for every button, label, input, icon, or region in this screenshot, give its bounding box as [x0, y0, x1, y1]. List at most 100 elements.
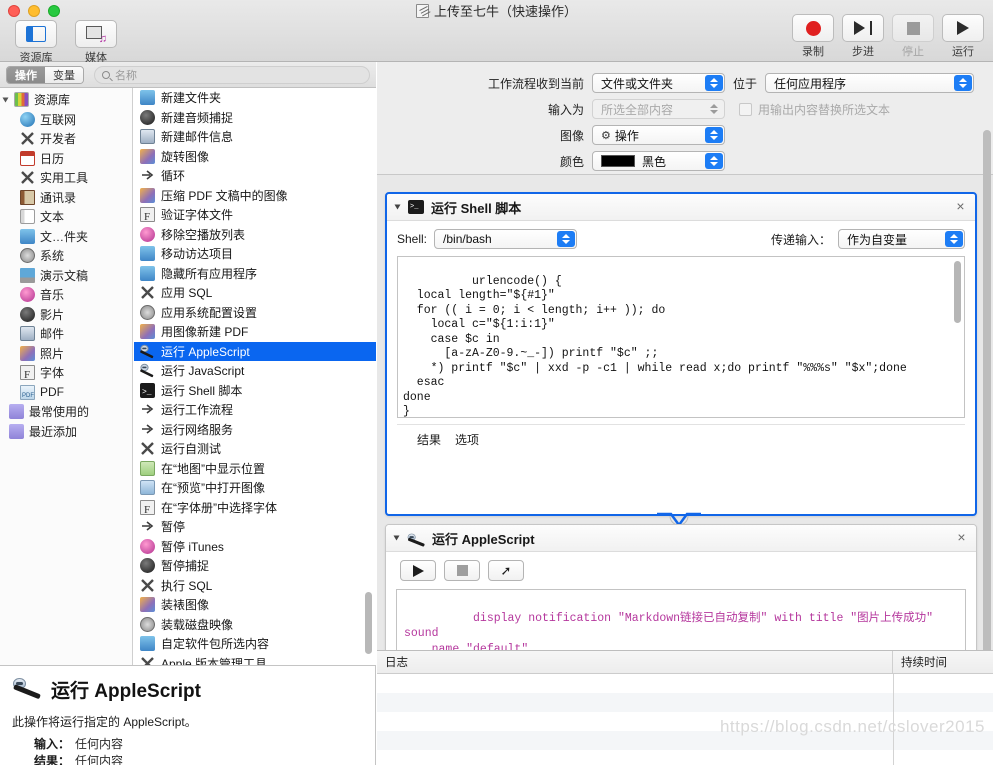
stop-script-button[interactable] — [444, 560, 480, 581]
close-icon[interactable]: × — [955, 530, 968, 544]
action-list-item[interactable]: 循环 — [134, 166, 376, 186]
finder-icon — [140, 265, 155, 281]
tab-actions[interactable]: 操作 — [7, 66, 45, 83]
action-list-item[interactable]: 压缩 PDF 文稿中的图像 — [134, 186, 376, 206]
action-list-item[interactable]: 暂停捕捉 — [134, 556, 376, 576]
applescript-card-header[interactable]: 运行 AppleScript × — [386, 525, 976, 552]
action-list-item[interactable]: 新建音频捕捉 — [134, 108, 376, 128]
action-list-item[interactable]: 在“预览”中打开图像 — [134, 478, 376, 498]
applescript-icon — [140, 344, 155, 359]
chevron-updown-icon — [705, 75, 723, 91]
tree-item-5[interactable]: 文本 — [0, 207, 132, 227]
action-list-item[interactable]: 运行网络服务 — [134, 420, 376, 440]
tree-item-9[interactable]: 音乐 — [0, 285, 132, 305]
chevron-down-icon[interactable] — [2, 97, 9, 103]
tree-item-1[interactable]: 开发者 — [0, 129, 132, 149]
shell-popup[interactable]: /bin/bash — [434, 229, 578, 249]
action-list-item[interactable]: 运行自测试 — [134, 439, 376, 459]
step-label: 步进 — [852, 46, 874, 58]
action-list-item[interactable]: 应用系统配置设置 — [134, 303, 376, 323]
action-list-item-label: 自定软件包所选内容 — [161, 637, 270, 652]
record-button[interactable]: 录制 — [791, 14, 835, 59]
toolbar-media-button[interactable]: 媒体 — [70, 20, 122, 65]
action-list-item[interactable]: Apple 版本管理工具 — [134, 654, 376, 665]
action-list-item[interactable]: 新建文件夹 — [134, 88, 376, 108]
action-list-item[interactable]: 自定软件包所选内容 — [134, 634, 376, 654]
action-list-item-label: 压缩 PDF 文稿中的图像 — [161, 188, 288, 203]
action-list-item[interactable]: 应用 SQL — [134, 283, 376, 303]
image-popup[interactable]: ⚙ 操作 — [592, 125, 725, 145]
action-list-scrollbar[interactable] — [365, 592, 372, 654]
tree-item-13[interactable]: F 字体 — [0, 363, 132, 383]
tab-variables[interactable]: 变量 — [45, 66, 83, 83]
action-list-item[interactable]: 装裱图像 — [134, 595, 376, 615]
tree-item-11[interactable]: 邮件 — [0, 324, 132, 344]
tree-item-12[interactable]: 照片 — [0, 344, 132, 364]
action-list-item[interactable]: 用图像新建 PDF — [134, 322, 376, 342]
shell-card-header[interactable]: >_ 运行 Shell 脚本 × — [387, 194, 975, 221]
action-list-item-label: 应用系统配置设置 — [161, 305, 258, 320]
chevron-down-icon[interactable] — [394, 204, 401, 210]
action-list[interactable]: 新建文件夹新建音频捕捉新建邮件信息 旋转图像循环压缩 PDF 文稿中的图像 F 验证字… — [134, 88, 376, 665]
toolbar-library-button[interactable]: 资源库 — [10, 20, 62, 65]
shell-card-body: Shell: /bin/bash 传递输入： 作为自变量 urlencode()… — [387, 221, 975, 448]
log-column-header-log[interactable]: 日志 — [377, 651, 893, 673]
action-list-item[interactable]: 装载磁盘映像 — [134, 615, 376, 635]
run-script-button[interactable] — [400, 560, 436, 581]
shell-editor-scrollbar[interactable] — [954, 261, 961, 323]
action-card-shell-script[interactable]: >_ 运行 Shell 脚本 × Shell: /bin/bash 传递输入： … — [385, 192, 977, 516]
action-list-item[interactable]: 执行 SQL — [134, 576, 376, 596]
tree-item-7[interactable]: 系统 — [0, 246, 132, 266]
action-list-item[interactable]: 运行 JavaScript — [134, 361, 376, 381]
tree-item-10[interactable]: 影片 — [0, 305, 132, 325]
tree-item-3[interactable]: 实用工具 — [0, 168, 132, 188]
search-input[interactable]: 名称 — [94, 65, 370, 84]
action-list-item-label: 循环 — [161, 169, 186, 184]
action-list-item[interactable]: 在“地图”中显示位置 — [134, 459, 376, 479]
tree-item-8[interactable]: 演示文稿 — [0, 266, 132, 286]
action-list-item[interactable]: >_ 运行 Shell 脚本 — [134, 381, 376, 401]
action-list-item[interactable]: 暂停 iTunes — [134, 537, 376, 557]
tree-root-library[interactable]: 资源库 — [0, 90, 132, 110]
action-list-item[interactable]: 旋转图像 — [134, 147, 376, 167]
tree-item-4[interactable]: 通讯录 — [0, 188, 132, 208]
tree-smart-group-0[interactable]: 最常使用的 — [0, 402, 132, 422]
tree-item-0[interactable]: 互联网 — [0, 110, 132, 130]
run-label: 运行 — [952, 46, 974, 58]
action-list-item-label: 在“地图”中显示位置 — [161, 461, 265, 476]
shell-card-title: 运行 Shell 脚本 — [431, 200, 522, 216]
action-list-item[interactable]: 新建邮件信息 — [134, 127, 376, 147]
compile-script-button[interactable]: ➚ — [488, 560, 524, 581]
tab-options[interactable]: 选项 — [455, 431, 479, 448]
action-list-item[interactable]: 隐藏所有应用程序 — [134, 264, 376, 284]
action-list-item[interactable]: 移除空播放列表 — [134, 225, 376, 245]
action-list-item[interactable]: 移动访达项目 — [134, 244, 376, 264]
action-list-item-label: 新建音频捕捉 — [161, 110, 234, 125]
action-list-item[interactable]: 运行工作流程 — [134, 400, 376, 420]
applescript-card-title: 运行 AppleScript — [432, 531, 535, 547]
log-panel: 日志 持续时间 — [377, 650, 993, 765]
tree-item-6[interactable]: 文…件夹 — [0, 227, 132, 247]
tree-smart-group-1[interactable]: 最近添加 — [0, 422, 132, 442]
located-in-popup[interactable]: 任何应用程序 — [765, 73, 975, 93]
action-list-item-selected[interactable]: 运行 AppleScript — [134, 341, 376, 361]
chevron-down-icon[interactable] — [393, 535, 400, 541]
tree-item-label: 文本 — [40, 210, 65, 225]
step-button[interactable]: 步进 — [841, 14, 885, 59]
tree-item-2[interactable]: 日历 — [0, 149, 132, 169]
tree-item-14[interactable]: PDF PDF — [0, 383, 132, 403]
action-list-item[interactable]: F 验证字体文件 — [134, 205, 376, 225]
chevron-updown-icon — [705, 153, 723, 169]
log-column-header-duration[interactable]: 持续时间 — [893, 651, 993, 673]
close-icon[interactable]: × — [954, 199, 967, 213]
color-popup[interactable]: 黑色 — [592, 151, 725, 171]
action-list-item[interactable]: F 在“字体册”中选择字体 — [134, 498, 376, 518]
workflow-scrollbar[interactable] — [983, 130, 991, 705]
pass-input-popup[interactable]: 作为自变量 — [838, 229, 965, 249]
tab-results[interactable]: 结果 — [417, 431, 441, 448]
library-category-tree[interactable]: 资源库 互联网 开发者 日历 实用工具 通讯录文本文…件夹 系统 演示文稿 音乐 影片 邮件 照片 F… — [0, 88, 133, 665]
action-list-item[interactable]: 暂停 — [134, 517, 376, 537]
shell-script-editor[interactable]: urlencode() { local length="${#1}" for (… — [397, 256, 965, 418]
receives-popup[interactable]: 文件或文件夹 — [592, 73, 725, 93]
run-button[interactable]: 运行 — [941, 14, 985, 59]
